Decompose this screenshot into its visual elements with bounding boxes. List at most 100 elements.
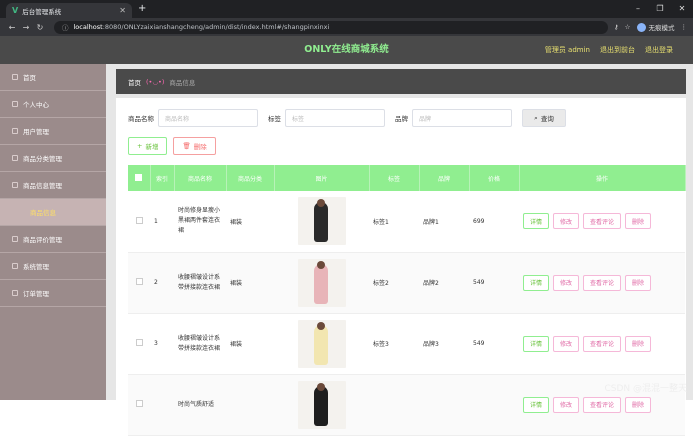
category-icon — [12, 155, 18, 161]
detail-button[interactable]: 详情 — [523, 275, 549, 291]
maximize-icon[interactable]: ❐ — [649, 0, 671, 18]
row-tag: 标签2 — [369, 252, 419, 313]
reload-icon[interactable]: ↻ — [34, 23, 46, 32]
close-window-icon[interactable]: ✕ — [671, 0, 693, 18]
delete-button[interactable]: 删除 — [625, 397, 651, 413]
user-icon — [12, 101, 18, 107]
search-form: 商品名称 商品名称 标签 标签 品牌 品牌 ⌕ 查询 — [128, 108, 566, 128]
key-icon[interactable]: ⚷ — [614, 23, 619, 31]
row-product-name: 收腰褶皱设计系带拼接款连衣裙 — [174, 313, 226, 374]
add-button[interactable]: + 新增 — [128, 137, 167, 155]
table-row: 3收腰褶皱设计系带拼接款连衣裙裙装标签3品牌3549详情修改查看评论删除 — [128, 313, 685, 374]
name-label: 商品名称 — [128, 113, 154, 123]
browser-tab[interactable]: V 后台管理系统 ✕ — [6, 3, 132, 18]
incognito-indicator[interactable]: 无痕模式 — [637, 22, 675, 32]
sidebar-item-categories[interactable]: 商品分类管理 — [0, 145, 106, 172]
select-all-checkbox[interactable] — [128, 165, 150, 191]
edit-button[interactable]: 修改 — [553, 275, 579, 291]
sidebar-item-orders[interactable]: 订单管理 — [0, 280, 106, 307]
col-price: 价格 — [469, 165, 519, 191]
site-info-icon[interactable]: ⓘ — [62, 22, 69, 32]
row-brand: 品牌2 — [419, 252, 469, 313]
brand-label: 品牌 — [395, 113, 408, 123]
content-panel: 商品名称 商品名称 标签 标签 品牌 品牌 ⌕ 查询 + 新增 🗑 删除 — [116, 98, 686, 400]
table-header-row: 索引 商品名称 商品分类 图片 标签 品牌 价格 操作 — [128, 165, 685, 191]
sidebar-item-profile[interactable]: 个人中心 — [0, 91, 106, 118]
row-checkbox[interactable] — [128, 374, 150, 435]
delete-button[interactable]: 删除 — [625, 213, 651, 229]
query-button[interactable]: ⌕ 查询 — [522, 109, 566, 127]
sidebar-item-label: 商品评价管理 — [23, 234, 62, 244]
vue-logo-icon: V — [12, 6, 18, 15]
brand-search-input[interactable]: 品牌 — [412, 109, 512, 127]
sidebar-item-system[interactable]: 系统管理 — [0, 253, 106, 280]
row-actions: 详情修改查看评论删除 — [519, 313, 685, 374]
row-category: 裙装 — [226, 313, 274, 374]
row-product-name: 时尚修身显瘦小黑裙两件套连衣裙 — [174, 191, 226, 252]
star-icon[interactable]: ☆ — [625, 23, 631, 31]
sidebar-item-products[interactable]: 商品信息管理 — [0, 172, 106, 199]
back-icon[interactable]: ← — [6, 23, 18, 32]
row-image-cell — [274, 252, 369, 313]
order-icon — [12, 290, 18, 296]
edit-button[interactable]: 修改 — [553, 336, 579, 352]
batch-delete-button[interactable]: 🗑 删除 — [173, 137, 215, 155]
row-tag — [369, 374, 419, 435]
col-actions: 操作 — [519, 165, 685, 191]
browser-tab-title: 后台管理系统 — [22, 6, 61, 16]
sidebar-item-users[interactable]: 用户管理 — [0, 118, 106, 145]
table-row: 2收腰褶皱设计系带拼接款连衣裙裙装标签2品牌2549详情修改查看评论删除 — [128, 252, 685, 313]
view-reviews-button[interactable]: 查看评论 — [583, 397, 621, 413]
address-bar-row: ← → ↻ ⓘ localhost :8080/ONLYzaixianshang… — [0, 18, 693, 36]
sidebar-item-home[interactable]: 首页 — [0, 64, 106, 91]
row-product-name: 时尚气质舒适 — [174, 374, 226, 435]
name-search-input[interactable]: 商品名称 — [158, 109, 258, 127]
menu-dots-icon[interactable]: ⋮ — [681, 23, 688, 31]
col-name: 商品名称 — [174, 165, 226, 191]
close-tab-icon[interactable]: ✕ — [119, 6, 126, 15]
row-image-cell — [274, 313, 369, 374]
gear-icon — [12, 263, 18, 269]
delete-button[interactable]: 删除 — [625, 336, 651, 352]
logout-link[interactable]: 退出登录 — [645, 36, 673, 64]
breadcrumb-home[interactable]: 首页 — [128, 77, 141, 87]
sidebar-item-label: 个人中心 — [23, 99, 49, 109]
sidebar-subitem-product-info[interactable]: 商品信息 — [0, 199, 106, 226]
row-tag: 标签3 — [369, 313, 419, 374]
row-checkbox[interactable] — [128, 191, 150, 252]
row-checkbox[interactable] — [128, 313, 150, 374]
sidebar-item-label: 商品分类管理 — [23, 153, 62, 163]
sidebar-item-reviews[interactable]: 商品评价管理 — [0, 226, 106, 253]
row-category: 裙装 — [226, 252, 274, 313]
back-to-front-link[interactable]: 退出到前台 — [600, 36, 635, 64]
sidebar-item-label: 系统管理 — [23, 261, 49, 271]
detail-button[interactable]: 详情 — [523, 336, 549, 352]
edit-button[interactable]: 修改 — [553, 397, 579, 413]
forward-icon[interactable]: → — [20, 23, 32, 32]
product-icon — [12, 182, 18, 188]
row-actions: 详情修改查看评论删除 — [519, 191, 685, 252]
detail-button[interactable]: 详情 — [523, 397, 549, 413]
sidebar-item-label: 商品信息管理 — [23, 180, 62, 190]
row-checkbox[interactable] — [128, 252, 150, 313]
incognito-icon — [637, 23, 646, 32]
tag-search-input[interactable]: 标签 — [285, 109, 385, 127]
plus-icon: + — [137, 142, 142, 150]
view-reviews-button[interactable]: 查看评论 — [583, 213, 621, 229]
view-reviews-button[interactable]: 查看评论 — [583, 336, 621, 352]
row-product-name: 收腰褶皱设计系带拼接款连衣裙 — [174, 252, 226, 313]
detail-button[interactable]: 详情 — [523, 213, 549, 229]
view-reviews-button[interactable]: 查看评论 — [583, 275, 621, 291]
trash-icon: 🗑 — [182, 142, 190, 150]
col-image: 图片 — [274, 165, 369, 191]
sidebar-item-label: 订单管理 — [23, 288, 49, 298]
row-image-cell — [274, 374, 369, 435]
breadcrumb: 首页 (•◡•) 商品信息 — [116, 69, 686, 94]
product-image — [298, 259, 346, 307]
url-field[interactable]: ⓘ localhost :8080/ONLYzaixianshangcheng/… — [54, 21, 608, 34]
delete-button[interactable]: 删除 — [625, 275, 651, 291]
search-icon: ⌕ — [534, 114, 538, 123]
edit-button[interactable]: 修改 — [553, 213, 579, 229]
minimize-icon[interactable]: – — [627, 0, 649, 18]
new-tab-icon[interactable]: + — [138, 3, 146, 14]
